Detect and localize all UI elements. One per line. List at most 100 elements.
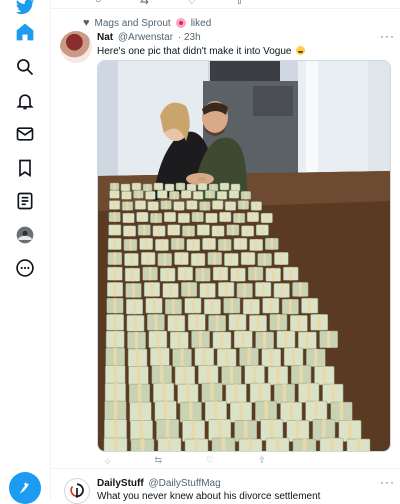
share-icon[interactable]: ⇧ [235,0,244,7]
money-band [209,190,211,199]
money-band [146,184,149,191]
lists-icon[interactable] [14,190,36,212]
next-author-name[interactable]: DailyStuff [97,478,144,489]
money-band [250,299,253,315]
money-band [216,200,219,210]
money-band [125,191,128,200]
money-band [158,348,162,366]
tweet-photo[interactable] [97,60,391,452]
retweet-icon[interactable]: ⇆ [140,0,149,7]
feather-icon [19,482,29,494]
next-author-handle[interactable]: @DailyStuffMag [148,478,220,489]
money-band [248,439,253,451]
timeline: ○ ⇆ ♡ ⇧ ♥ Mags and Sprout liked Nat @Arw… [50,0,400,504]
money-band [130,253,133,266]
money-band [202,224,205,236]
money-band [199,331,202,348]
like-icon[interactable]: ♡ [187,0,197,7]
money-band [220,332,224,349]
money-band [339,402,344,423]
money-band [246,252,250,265]
money-band [280,252,283,265]
avatar[interactable] [60,31,92,63]
money-band [136,366,141,385]
money-band [155,213,157,223]
share-button[interactable]: ⇧ [258,455,266,466]
money-band [214,401,218,422]
money-band [163,253,166,266]
money-band [348,420,352,442]
money-band [308,298,311,314]
next-tweet-header: DailyStuff @DailyStuffMag [97,478,221,489]
money-band [174,315,178,332]
money-band [135,332,138,349]
money-band [197,253,200,266]
like-button[interactable]: ♡ [206,455,214,466]
tweet-actions: ○ ⇆ ♡ ⇧ [105,455,365,466]
messages-icon[interactable] [14,123,36,145]
money-band [166,268,169,282]
money-band [233,190,235,199]
money-band [282,384,287,404]
money-band [192,239,195,251]
home-icon[interactable] [14,21,36,43]
heart-icon: ♥ [83,17,90,29]
money-band [143,224,146,236]
money-band [314,349,318,367]
money-band [137,384,142,404]
money-band [270,238,273,250]
more-icon[interactable] [14,257,36,279]
money-band [223,239,226,251]
money-band [157,183,160,190]
money-band [183,366,187,385]
money-band [128,225,131,237]
profile-icon[interactable] [14,224,36,246]
divider [50,8,400,9]
retweet-button[interactable]: ⇆ [154,455,162,466]
money-band [229,201,232,211]
money-band [154,314,158,331]
more-options-button[interactable]: ··· [380,29,395,43]
money-band [160,365,164,384]
explore-icon[interactable] [14,56,36,78]
money-band [244,420,248,442]
money-band [317,314,321,331]
money-band [261,224,264,236]
bookmarks-icon[interactable] [14,157,36,179]
social-context[interactable]: ♥ Mags and Sprout liked [83,17,211,29]
twitter-logo-icon[interactable] [14,0,36,18]
money-band [224,212,227,222]
money-band [189,402,193,423]
money-band [253,365,257,384]
money-band [270,419,274,441]
reply-button[interactable]: ○ [105,455,110,466]
money-band [212,184,215,191]
money-band [113,348,117,366]
money-band [327,331,331,348]
money-band [297,315,301,332]
reply-icon: ○ [105,455,111,466]
money-band [147,252,150,265]
money-band [239,402,243,423]
next-more-options-button[interactable]: ··· [380,475,395,489]
money-band [221,438,226,451]
money-band [230,298,234,314]
money-band [289,267,292,281]
compose-tweet-button[interactable] [9,472,41,504]
previous-tweet-actions: ○ ⇆ ♡ ⇧ [95,0,355,7]
tweet-time[interactable]: · 23h [178,32,201,43]
reply-icon[interactable]: ○ [95,0,102,6]
notifications-icon[interactable] [14,90,36,112]
money-band [224,282,228,297]
money-band [127,213,130,223]
author-name[interactable]: Nat [97,32,113,43]
author-handle[interactable]: @Arwenstar [118,32,173,43]
dailystuff-logo-icon [70,483,84,498]
money-band [191,200,193,210]
money-band [329,438,334,451]
money-band [129,239,132,251]
money-band [113,438,118,451]
next-tweet-avatar[interactable] [64,478,90,504]
money-band [148,267,152,281]
money-band [191,420,196,442]
